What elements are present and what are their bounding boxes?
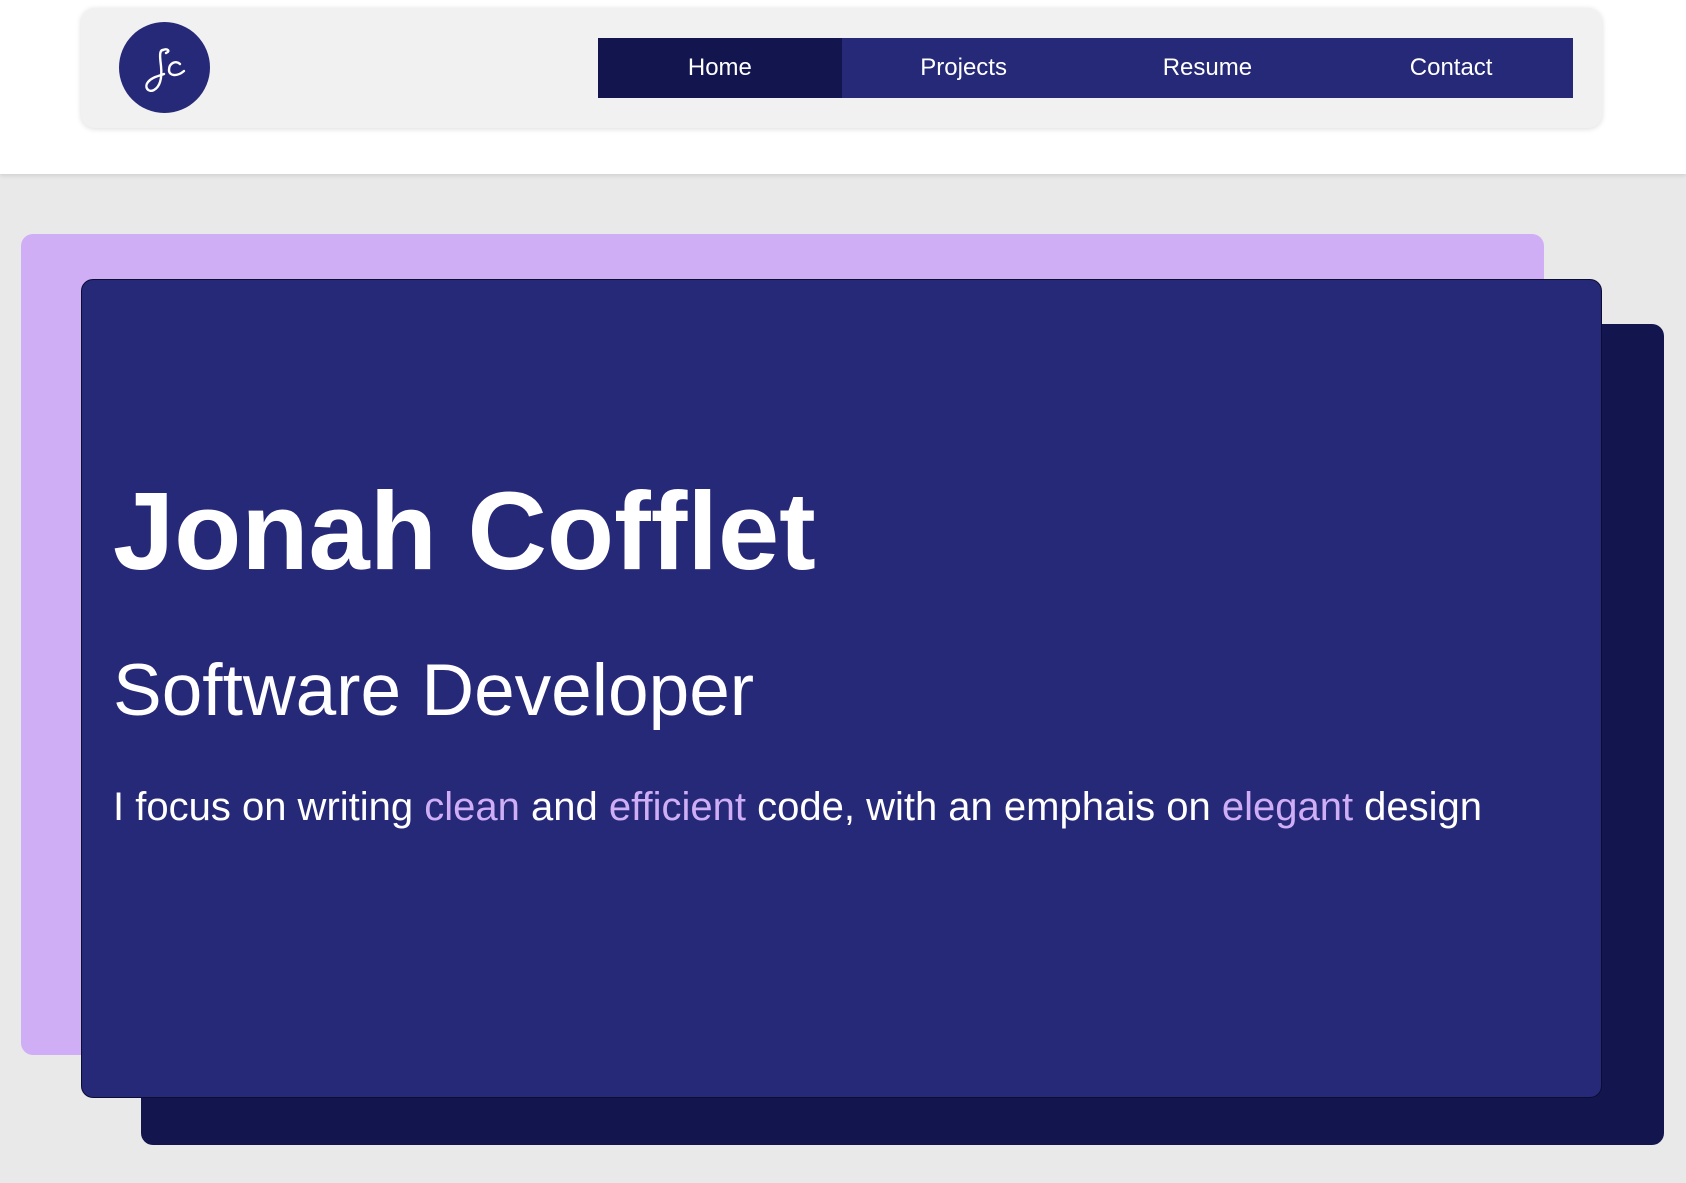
tagline-highlight-elegant: elegant bbox=[1221, 785, 1354, 829]
site-header: Home Projects Resume Contact bbox=[0, 0, 1686, 174]
nav-home[interactable]: Home bbox=[598, 38, 842, 98]
hero-tagline: I focus on writing clean and efficient c… bbox=[113, 783, 1482, 831]
main-nav: Home Projects Resume Contact bbox=[598, 38, 1573, 98]
hero-title: Software Developer bbox=[113, 650, 755, 731]
logo[interactable] bbox=[119, 22, 210, 113]
hero-name: Jonah Cofflet bbox=[113, 470, 816, 593]
tagline-text: I focus on writing bbox=[113, 785, 425, 829]
header-card: Home Projects Resume Contact bbox=[81, 8, 1602, 128]
signature-logo-icon bbox=[144, 47, 185, 92]
tagline-highlight-efficient: efficient bbox=[608, 785, 746, 829]
tagline-text: code, with an emphais on bbox=[745, 785, 1222, 829]
nav-contact[interactable]: Contact bbox=[1329, 38, 1573, 98]
tagline-text: design bbox=[1353, 785, 1483, 829]
nav-resume[interactable]: Resume bbox=[1085, 38, 1330, 98]
hero-card: Jonah Cofflet Software Developer I focus… bbox=[81, 279, 1602, 1098]
nav-projects[interactable]: Projects bbox=[841, 38, 1086, 98]
tagline-text: and bbox=[519, 785, 609, 829]
tagline-highlight-clean: clean bbox=[424, 785, 520, 829]
